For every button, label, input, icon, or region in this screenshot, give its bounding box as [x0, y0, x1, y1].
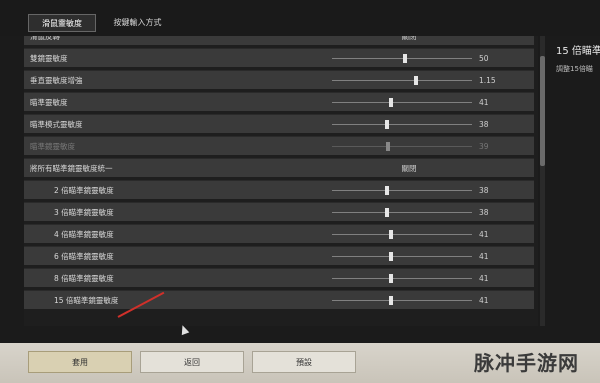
settings-list: 滑鼠反轉 關閉 雙鏡靈敏度 50 垂直靈敏度增強 1.15 瞄準靈敏度 41 瞄準模式靈敏度 38…	[24, 36, 538, 326]
setting-label: 6 倍瞄準鏡靈敏度	[54, 252, 114, 261]
preset-button[interactable]: 預設	[252, 351, 356, 373]
tab-bar: 滑鼠靈敏度 按鍵輸入方式	[0, 0, 600, 36]
tab-mouse-sensitivity[interactable]: 滑鼠靈敏度	[28, 14, 96, 32]
setting-value: 38	[479, 186, 489, 195]
slider-thumb[interactable]	[388, 252, 393, 261]
slider-track[interactable]	[332, 186, 472, 195]
toggle-value[interactable]: 關閉	[379, 36, 439, 46]
slider-thumb[interactable]	[388, 296, 393, 305]
tab-key-input[interactable]: 按鍵輸入方式	[100, 14, 175, 32]
setting-row[interactable]: 瞄準模式靈敏度 38	[24, 114, 534, 133]
setting-label: 將所有瞄準鏡靈敏度統一	[30, 164, 113, 173]
slider-thumb[interactable]	[388, 230, 393, 239]
setting-label: 垂直靈敏度增強	[30, 76, 83, 85]
slider-track[interactable]	[332, 76, 472, 85]
slider-thumb[interactable]	[402, 54, 407, 63]
setting-row[interactable]: 垂直靈敏度增強 1.15	[24, 70, 534, 89]
slider-thumb[interactable]	[386, 142, 390, 151]
setting-value: 41	[479, 252, 489, 261]
slider-track[interactable]	[332, 252, 472, 261]
setting-value: 41	[479, 296, 489, 305]
setting-value: 41	[479, 98, 489, 107]
scrollbar[interactable]	[540, 36, 545, 326]
slider-thumb[interactable]	[384, 186, 389, 195]
slider-track[interactable]	[332, 120, 472, 129]
slider-thumb[interactable]	[388, 274, 393, 283]
setting-label: 3 倍瞄準鏡靈敏度	[54, 208, 114, 217]
setting-row[interactable]: 4 倍瞄準鏡靈敏度 41	[24, 224, 534, 243]
setting-value: 50	[479, 54, 489, 63]
setting-label: 滑鼠反轉	[30, 36, 60, 41]
toggle-value[interactable]: 關閉	[379, 159, 439, 178]
setting-row[interactable]: 雙鏡靈敏度 50	[24, 48, 534, 67]
setting-row[interactable]: 6 倍瞄準鏡靈敏度 41	[24, 246, 534, 265]
setting-row[interactable]: 8 倍瞄準鏡靈敏度 41	[24, 268, 534, 287]
setting-label: 15 倍瞄準鏡靈敏度	[54, 296, 119, 305]
setting-label: 雙鏡靈敏度	[30, 54, 68, 63]
scrollbar-thumb[interactable]	[540, 56, 545, 166]
slider-track[interactable]	[332, 208, 472, 217]
setting-value: 41	[479, 230, 489, 239]
slider-track[interactable]	[332, 274, 472, 283]
setting-row[interactable]: 2 倍瞄準鏡靈敏度 38	[24, 180, 534, 199]
setting-label: 瞄準靈敏度	[30, 98, 68, 107]
setting-row[interactable]: 3 倍瞄準鏡靈敏度 38	[24, 202, 534, 221]
setting-label: 瞄準鏡靈敏度	[30, 142, 75, 151]
setting-value: 41	[479, 274, 489, 283]
slider-thumb[interactable]	[384, 208, 389, 217]
apply-button[interactable]: 套用	[28, 351, 132, 373]
setting-value: 38	[479, 208, 489, 217]
setting-label: 瞄準模式靈敏度	[30, 120, 83, 129]
setting-value: 39	[479, 142, 489, 151]
setting-value: 38	[479, 120, 489, 129]
setting-label: 2 倍瞄準鏡靈敏度	[54, 186, 114, 195]
slider-track[interactable]	[332, 98, 472, 107]
setting-description-text: 調整15倍瞄	[556, 65, 593, 73]
slider-thumb[interactable]	[414, 76, 418, 85]
slider-track[interactable]	[332, 296, 472, 305]
slider-thumb[interactable]	[384, 120, 389, 129]
watermark-logo: 脉冲手游网	[474, 351, 579, 375]
setting-row[interactable]: 15 倍瞄準鏡靈敏度 41	[24, 290, 534, 309]
slider-track[interactable]	[332, 142, 472, 151]
slider-track[interactable]	[332, 54, 472, 63]
setting-row[interactable]: 瞄準靈敏度 41	[24, 92, 534, 111]
setting-row[interactable]: 瞄準鏡靈敏度 39	[24, 136, 534, 155]
setting-description-title: 15 倍瞄準	[556, 46, 600, 57]
setting-label: 8 倍瞄準鏡靈敏度	[54, 274, 114, 283]
setting-row[interactable]: 將所有瞄準鏡靈敏度統一 關閉	[24, 158, 534, 177]
setting-label: 4 倍瞄準鏡靈敏度	[54, 230, 114, 239]
slider-thumb[interactable]	[388, 98, 393, 107]
slider-track[interactable]	[332, 230, 472, 239]
setting-value: 1.15	[479, 76, 496, 85]
setting-row[interactable]: 滑鼠反轉 關閉	[24, 36, 534, 45]
back-button[interactable]: 返回	[140, 351, 244, 373]
